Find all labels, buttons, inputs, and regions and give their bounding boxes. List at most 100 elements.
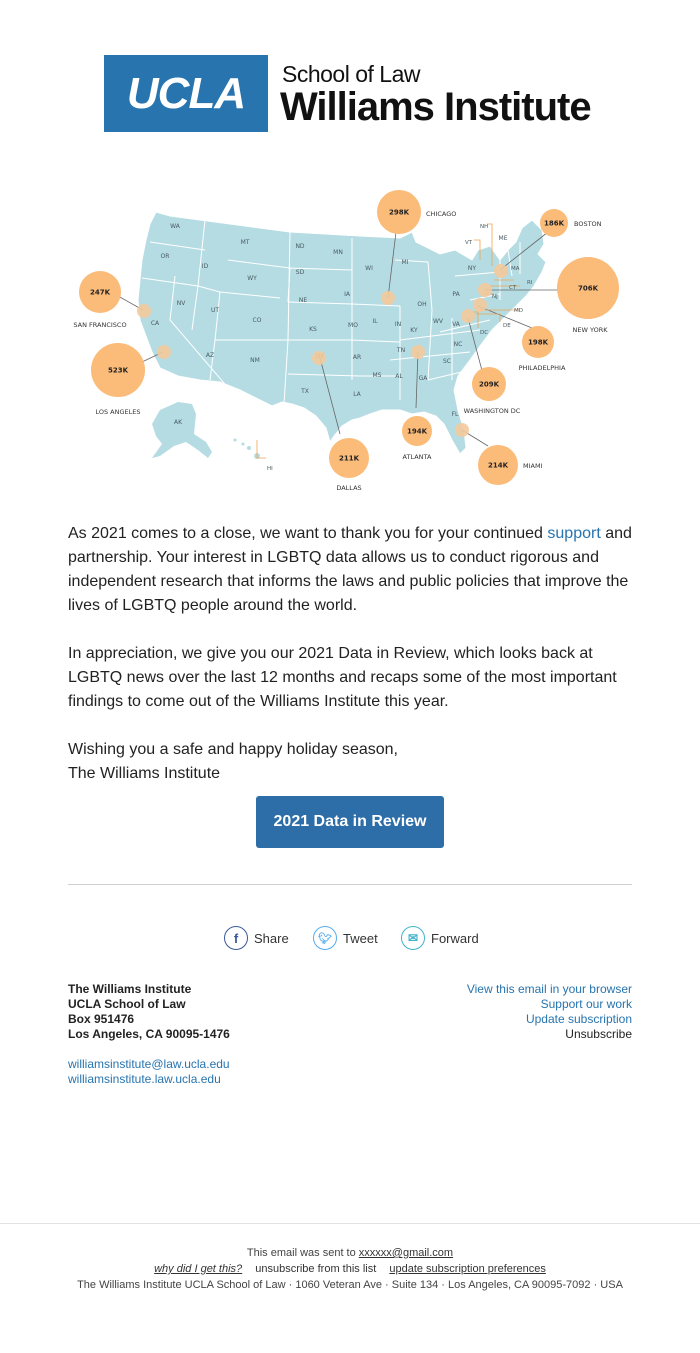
forward-button[interactable]: ✉︎ Forward [401,926,479,950]
city-marker-dallas [312,351,326,365]
city-bubble-chicago: 298K CHICAGO [377,190,456,234]
address-line: UCLA School of Law [68,997,186,1011]
state-label-ri: RI [527,280,533,286]
state-label-nj: NJ [492,294,498,300]
city-bubble-atlanta: 194K ATLANTA [402,416,432,461]
state-label-wy: WY [247,275,257,282]
city-name: ATLANTA [403,453,432,461]
city-bubble-philadelphia: 198K PHILADELPHIA [519,326,566,372]
address-line: The Williams Institute [68,982,192,996]
city-bubble-new-york: 706K NEW YORK [557,257,619,334]
city-name: LOS ANGELES [95,408,140,416]
state-label-md: MD [514,308,523,314]
appreciation-paragraph: In appreciation, we give you our 2021 Da… [68,645,617,710]
state-label-wv: WV [433,318,444,325]
email-management-links: View this email in your browser Support … [467,982,632,1042]
closing-line: Wishing you a safe and happy holiday sea… [68,741,398,758]
intro-text-start: As 2021 comes to a close, we want to tha… [68,525,548,542]
city-name: WASHINGTON DC [464,407,521,415]
state-label-mo: MO [348,322,358,329]
state-label-fl: FL [452,411,459,418]
state-label-ma: MA [511,266,520,272]
city-marker-philadelphia [473,298,487,312]
state-label-mn: MN [333,249,343,256]
logo-title: Williams Institute [280,85,592,129]
state-label-wi: WI [365,265,373,272]
share-label: Share [254,930,289,946]
state-label-az: AZ [206,352,214,359]
state-label-mt: MT [241,239,250,246]
unsubscribe-from-list-link[interactable]: unsubscribe from this list [255,1263,376,1275]
city-bubble-washington-dc: 209K WASHINGTON DC [464,367,521,415]
state-label-ny: NY [468,265,476,272]
state-label-de: DE [503,323,511,329]
update-subscription-link[interactable]: Update subscription [526,1012,632,1026]
mailing-address: The Williams Institute UCLA School of La… [68,982,230,1042]
state-label-va: VA [452,321,461,328]
state-label-mi: MI [402,259,409,266]
city-name: SAN FRANCISCO [73,321,126,329]
forward-label: Forward [431,930,479,946]
city-name: DALLAS [336,484,361,492]
unsubscribe-link[interactable]: Unsubscribe [565,1027,632,1041]
state-label-la: LA [353,391,361,398]
state-label-nc: NC [454,341,463,348]
share-facebook-button[interactable]: f Share [224,926,289,950]
sent-to-label: This email was sent to [246,1247,359,1259]
state-label-ar: AR [353,354,361,361]
sent-to-line: This email was sent to xxxxxx@gmail.com [0,1245,700,1261]
state-label-hi: HI [267,466,273,472]
tweet-button[interactable]: 🐦︎ Tweet [313,926,378,950]
bubble-value: 214K [488,462,509,470]
city-name: PHILADELPHIA [519,364,566,372]
bubble-value: 523K [108,367,129,375]
state-label-ct: CT [509,285,517,291]
support-our-work-link[interactable]: Support our work [541,997,632,1011]
state-label-al: AL [395,373,403,380]
bubble-value: 247K [90,289,111,297]
why-did-i-get-this-link[interactable]: why did I get this? [154,1263,242,1275]
state-label-nd: ND [295,243,304,250]
city-marker-san-francisco [137,304,151,318]
state-label-ky: KY [410,327,418,334]
support-link[interactable]: support [547,525,600,542]
contact-links: williamsinstitute@law.ucla.edu williamsi… [68,1057,230,1087]
state-label-pa: PA [452,291,460,298]
city-bubble-dallas: 211K DALLAS [329,438,369,492]
state-label-tn: TN [396,347,405,354]
city-bubble-boston: 186K BOSTON [540,209,602,237]
city-name: NEW YORK [573,326,609,334]
state-label-ne: NE [299,297,307,304]
state-label-ks: KS [309,326,317,333]
update-preferences-link[interactable]: update subscription preferences [389,1263,546,1275]
city-marker-los-angeles [157,345,171,359]
state-label-wa: WA [170,223,181,230]
state-label-sd: SD [296,269,305,276]
facebook-icon: f [224,926,248,950]
twitter-icon: 🐦︎ [313,926,337,950]
mailchimp-footer: This email was sent to xxxxxx@gmail.com … [0,1245,700,1293]
bubble-value: 209K [479,381,500,389]
williams-institute-logo[interactable]: UCLA School of Law Williams Institute [104,55,600,132]
envelope-icon: ✉︎ [401,926,425,950]
address-line: Los Angeles, CA 90095-1476 [68,1027,230,1041]
website-link[interactable]: williamsinstitute.law.ucla.edu [68,1072,221,1086]
section-divider [68,884,632,885]
state-label-ca: CA [151,320,160,327]
logo-subtitle: School of Law [282,61,420,87]
email-link[interactable]: williamsinstitute@law.ucla.edu [68,1057,230,1071]
recipient-email-link[interactable]: xxxxxx@gmail.com [359,1247,453,1259]
data-in-review-button[interactable]: 2021 Data in Review [256,796,444,848]
city-marker-atlanta [411,345,425,359]
lgbtq-population-map[interactable]: WAORCANVIDMTWYUTCOAZNMNDSDNEKSOKTXMNIAMO… [60,180,640,500]
state-label-nh: NH [480,224,488,230]
view-in-browser-link[interactable]: View this email in your browser [467,982,632,996]
bubble-value: 706K [578,285,599,293]
state-label-ga: GA [419,375,429,382]
city-name: BOSTON [574,220,602,228]
tweet-label: Tweet [343,930,378,946]
state-label-ut: UT [211,307,219,314]
alaska [152,402,212,458]
city-name: MIAMI [523,462,543,470]
state-label-ak: AK [174,419,183,426]
